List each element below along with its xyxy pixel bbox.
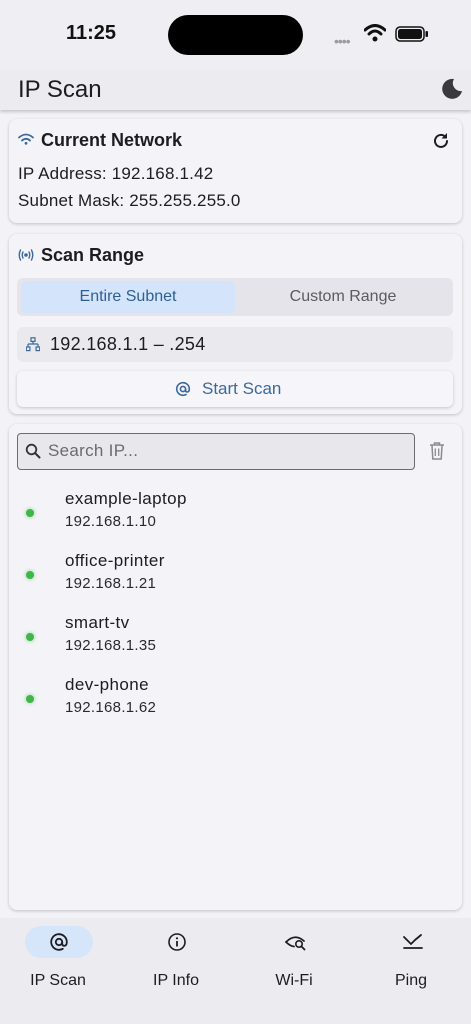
device-name: example-laptop [65,489,187,508]
range-mode-segmented-control: Entire Subnet Custom Range [17,278,453,316]
segment-custom-range[interactable]: Custom Range [236,281,450,313]
device-name: dev-phone [65,675,149,694]
tab-label: IP Scan [30,972,86,989]
at-icon [50,933,68,951]
range-text: 192.168.1.1 – .254 [50,334,206,354]
list-item[interactable]: dev-phone 192.168.1.62 [9,675,462,731]
search-placeholder: Search IP... [48,441,139,460]
list-item[interactable]: smart-tv 192.168.1.35 [9,613,462,669]
subnet-mask: Subnet Mask: 255.255.255.0 [18,191,241,210]
device-ip: 192.168.1.21 [65,575,157,592]
dynamic-island [168,15,303,55]
online-status-dot [26,571,34,579]
tab-ping[interactable]: Ping [366,926,456,996]
page-title: IP Scan [18,76,102,103]
current-network-card: Current Network IP Address: 192.168.1.42… [9,119,462,223]
tab-label: Ping [394,972,428,989]
device-ip: 192.168.1.35 [65,637,157,654]
online-status-dot [26,695,34,703]
signal-dots: •••• [334,33,351,49]
online-status-dot [26,509,34,517]
status-bar: 11:25 •••• [0,0,471,70]
dark-mode-icon[interactable] [441,78,463,100]
tab-label: IP Info [153,972,199,989]
tab-label: Wi-Fi [275,972,313,989]
range-display: 192.168.1.1 – .254 [17,327,453,362]
tab-indicator [143,926,211,958]
wifi-icon [18,133,34,145]
device-name: smart-tv [65,613,130,632]
search-input[interactable]: Search IP... [17,433,415,470]
ping-icon [403,934,423,949]
battery-icon [395,26,428,42]
online-status-dot [26,633,34,641]
card-title: Scan Range [41,245,145,265]
network-tree-icon [26,337,40,352]
device-name: office-printer [65,551,165,570]
tab-indicator [25,926,93,958]
start-scan-button[interactable]: Start Scan [17,371,453,407]
scan-range-card: Scan Range Entire Subnet Custom Range 19… [9,234,462,414]
device-ip: 192.168.1.10 [65,513,157,530]
at-icon [175,381,191,396]
tab-indicator [378,926,446,958]
start-scan-label: Start Scan [202,379,282,398]
device-ip: 192.168.1.62 [65,699,157,716]
wifi-status-icon [364,24,386,42]
search-icon [25,443,41,459]
segment-entire-subnet[interactable]: Entire Subnet [21,281,235,313]
ip-address: IP Address: 192.168.1.42 [18,164,214,183]
app-bar: IP Scan [0,70,471,110]
list-item[interactable]: example-laptop 192.168.1.10 [9,489,462,545]
tab-ip-scan[interactable]: IP Scan [13,926,103,996]
eye-search-icon [285,936,306,951]
bottom-tab-bar: IP Scan IP Info Wi-Fi Ping [0,918,471,1024]
broadcast-icon [18,249,34,261]
list-item[interactable]: office-printer 192.168.1.21 [9,551,462,607]
trash-icon[interactable] [429,441,445,461]
tab-ip-info[interactable]: IP Info [131,926,221,996]
status-time: 11:25 [66,22,117,44]
info-icon [168,933,186,951]
card-title: Current Network [41,130,183,150]
tab-indicator [261,926,329,958]
results-card: Search IP... example-laptop 192.168.1.10… [9,424,462,910]
tab-wifi[interactable]: Wi-Fi [249,926,339,996]
refresh-icon[interactable] [431,131,451,151]
